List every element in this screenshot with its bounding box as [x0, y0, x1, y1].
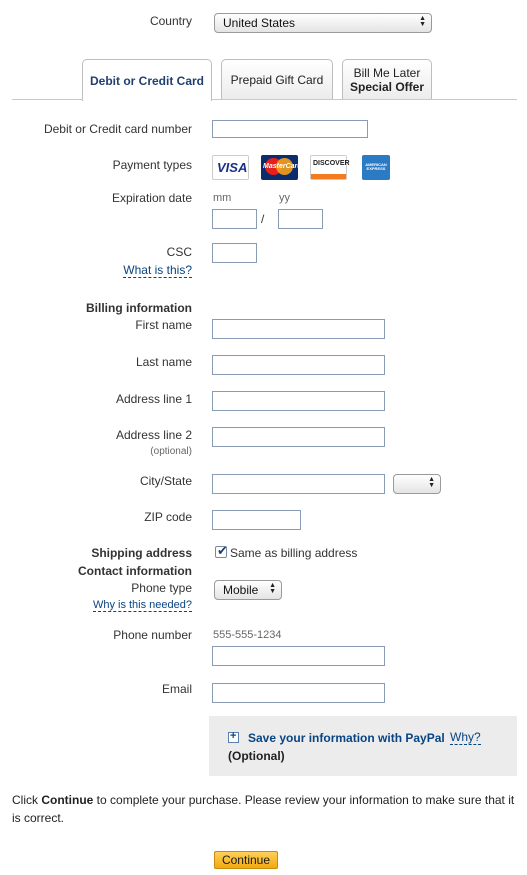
- phone-number-label: Phone number: [113, 628, 192, 642]
- csc-what-is-this-link[interactable]: What is this?: [123, 263, 192, 278]
- last-name-label: Last name: [135, 355, 192, 369]
- contact-information-heading: Contact information: [78, 564, 192, 578]
- save-with-paypal-link[interactable]: Save your information with PayPal: [248, 731, 445, 745]
- country-select-value: United States: [223, 16, 296, 30]
- first-name-label: First name: [135, 318, 192, 332]
- city-state-label: City/State: [139, 474, 192, 488]
- updown-arrows-icon: ▲ ▼: [419, 15, 426, 28]
- save-info-panel: + Save your information with PayPal Why?…: [209, 716, 517, 776]
- tab-debit-credit-card-label: Debit or Credit Card: [89, 74, 204, 88]
- phone-type-select[interactable]: Mobile ▲ ▼: [214, 580, 282, 600]
- active-tab-gap: [83, 99, 211, 100]
- shipping-address-heading: Shipping address: [91, 546, 192, 560]
- tab-prepaid-gift-card[interactable]: Prepaid Gift Card: [221, 59, 333, 99]
- last-name-input[interactable]: [212, 355, 385, 375]
- why-needed-wrap: Why is this needed?: [92, 599, 192, 612]
- updown-arrows-icon: ▲ ▼: [428, 476, 435, 489]
- tab-bill-me-later[interactable]: Bill Me Later Special Offer: [342, 59, 432, 99]
- csc-input[interactable]: [212, 243, 257, 263]
- state-select[interactable]: ▲ ▼: [393, 474, 441, 494]
- visa-logo-icon: VISA: [212, 155, 249, 180]
- address-line-2-input[interactable]: [212, 427, 385, 447]
- tab-prepaid-gift-card-label: Prepaid Gift Card: [230, 73, 324, 87]
- same-as-billing-label: Same as billing address: [230, 546, 358, 560]
- billing-information-heading: Billing information: [86, 301, 192, 315]
- csc-help-wrap: What is this?: [123, 263, 192, 278]
- footer-continue-word: Continue: [41, 793, 94, 807]
- yy-hint: yy: [279, 192, 290, 204]
- mastercard-logo-icon: MasterCard: [261, 155, 302, 180]
- payment-types-label: Payment types: [112, 158, 192, 172]
- first-name-input[interactable]: [212, 319, 385, 339]
- phone-type-value: Mobile: [223, 583, 259, 597]
- email-input[interactable]: [212, 683, 385, 703]
- save-why-link[interactable]: Why?: [450, 731, 481, 745]
- address-line-1-input[interactable]: [212, 391, 385, 411]
- footer-prefix: Click: [12, 793, 42, 807]
- address-line-2-optional: (optional): [150, 446, 192, 457]
- zip-code-input[interactable]: [212, 510, 301, 530]
- footer-instructions: Click Continue to complete your purchase…: [12, 791, 517, 827]
- expiration-month-input[interactable]: [212, 209, 257, 229]
- discover-logo-icon: DISCOVER: [310, 155, 350, 180]
- same-as-billing-checkbox[interactable]: ✔: [215, 543, 228, 558]
- country-select[interactable]: United States ▲ ▼: [214, 13, 432, 33]
- card-number-label: Debit or Credit card number: [43, 122, 192, 136]
- email-label: Email: [161, 682, 192, 696]
- phone-number-hint: 555-555-1234: [213, 629, 282, 641]
- card-number-input[interactable]: [212, 120, 368, 138]
- check-icon: ✔: [217, 543, 228, 558]
- updown-arrows-icon: ▲ ▼: [269, 582, 276, 595]
- save-optional-label: (Optional): [228, 749, 285, 763]
- tab-bill-me-later-offer: Special Offer: [349, 80, 425, 94]
- tab-bill-me-later-label: Bill Me Later: [353, 66, 421, 80]
- country-label: Country: [149, 14, 192, 28]
- amex-logo-icon: AMERICAN EXPRESS: [362, 155, 390, 180]
- expand-plus-icon[interactable]: +: [228, 730, 239, 743]
- city-input[interactable]: [212, 474, 385, 494]
- expiration-date-label: Expiration date: [111, 191, 192, 205]
- mm-hint: mm: [213, 192, 232, 204]
- csc-label: CSC: [166, 245, 192, 259]
- tab-debit-credit-card[interactable]: Debit or Credit Card: [82, 59, 212, 101]
- continue-button[interactable]: Continue: [214, 851, 278, 869]
- zip-code-label: ZIP code: [144, 510, 192, 524]
- expiration-year-input[interactable]: [278, 209, 323, 229]
- address-line-2-label: Address line 2: [115, 428, 192, 442]
- expiration-separator: /: [261, 212, 265, 226]
- why-is-this-needed-link[interactable]: Why is this needed?: [92, 599, 192, 612]
- address-line-1-label: Address line 1: [115, 392, 192, 406]
- phone-number-input[interactable]: [212, 646, 385, 666]
- phone-type-label: Phone type: [131, 581, 192, 595]
